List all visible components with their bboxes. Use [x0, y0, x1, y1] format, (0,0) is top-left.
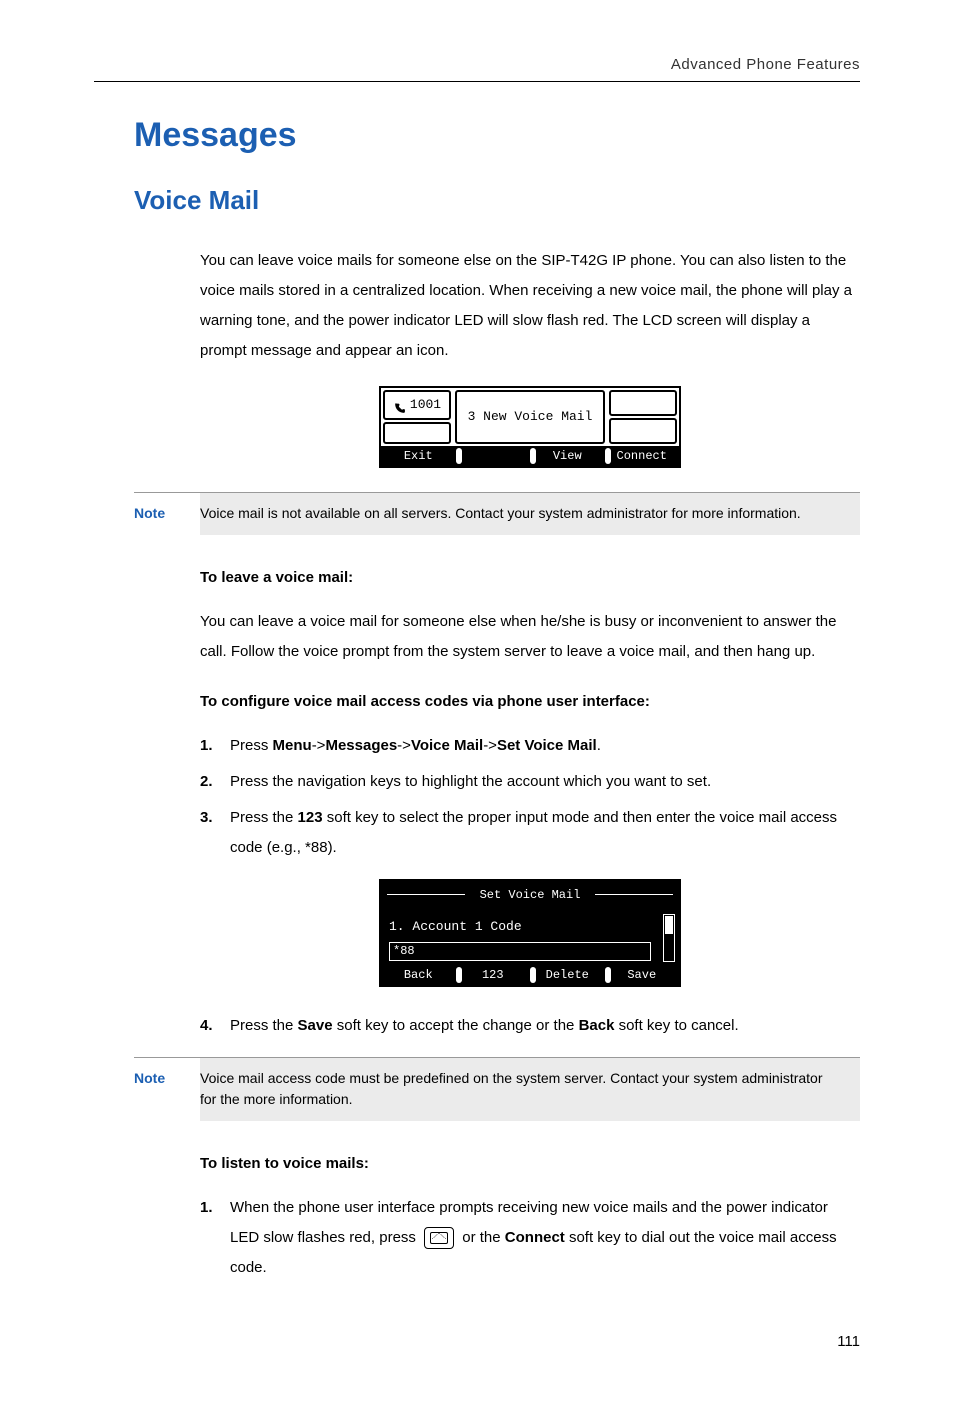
text: soft key to cancel. — [614, 1017, 738, 1034]
lcd2-row-label: 1. Account 1 Code — [389, 914, 671, 940]
step-number: 1. — [200, 731, 230, 761]
section-leave: To leave a voice mail: You can leave a v… — [200, 563, 860, 1041]
heading-voice-mail: Voice Mail — [134, 185, 860, 216]
phone-icon — [393, 399, 406, 412]
config-steps: 1. Press Menu->Messages->Voice Mail->Set… — [200, 731, 860, 863]
softkey-123[interactable]: 123 — [456, 965, 531, 985]
lcd2-softkeys: Back 123 Delete Save — [381, 965, 679, 985]
messages-label: Messages — [325, 737, 397, 754]
arrow: -> — [312, 737, 326, 754]
lcd2-input[interactable]: *88 — [389, 942, 651, 961]
section-listen: To listen to voice mails: 1. When the ph… — [200, 1149, 860, 1283]
intro-paragraph: You can leave voice mails for someone el… — [200, 246, 860, 366]
note-text: Voice mail is not available on all serve… — [200, 503, 842, 525]
listen-step-1: 1. When the phone user interface prompts… — [200, 1193, 860, 1283]
text: Press — [230, 737, 273, 754]
scrollbar[interactable] — [663, 914, 675, 962]
step-number: 2. — [200, 767, 230, 797]
text: Press the — [230, 809, 298, 826]
arrow: -> — [483, 737, 497, 754]
back-label: Back — [579, 1017, 615, 1034]
text: soft key to accept the change or the — [333, 1017, 579, 1034]
step-number: 4. — [200, 1011, 230, 1041]
note-2: Note Voice mail access code must be pred… — [134, 1057, 860, 1121]
text: or the — [458, 1229, 505, 1246]
step-3: 3. Press the 123 soft key to select the … — [200, 803, 860, 863]
set-voice-mail-label: Set Voice Mail — [497, 737, 597, 754]
step-number: 3. — [200, 803, 230, 863]
text: . — [597, 737, 601, 754]
step-1: 1. Press Menu->Messages->Voice Mail->Set… — [200, 731, 860, 761]
softkey-back[interactable]: Back — [381, 965, 456, 985]
lcd-notification: 1001 3 New Voice Mail Exit View Connect — [379, 386, 681, 468]
page: Advanced Phone Features Messages Voice M… — [0, 0, 954, 1410]
softkey-save[interactable]: Save — [605, 965, 680, 985]
running-header: Advanced Phone Features — [94, 56, 860, 82]
config-steps-cont: 4. Press the Save soft key to accept the… — [200, 1011, 860, 1041]
message-key-icon — [424, 1227, 454, 1249]
leave-paragraph: You can leave a voice mail for someone e… — [200, 607, 860, 667]
123-label: 123 — [298, 809, 323, 826]
softkey-exit[interactable]: Exit — [381, 446, 456, 466]
note-text: Voice mail access code must be predefine… — [200, 1068, 842, 1111]
step-2: 2. Press the navigation keys to highligh… — [200, 767, 860, 797]
note-label: Note — [134, 493, 200, 535]
lcd-softkeys: Exit View Connect — [381, 446, 679, 466]
leave-heading: To leave a voice mail: — [200, 563, 860, 593]
lcd-account: 1001 — [410, 392, 441, 418]
note-1: Note Voice mail is not available on all … — [134, 492, 860, 535]
listen-steps: 1. When the phone user interface prompts… — [200, 1193, 860, 1283]
softkey-view[interactable]: View — [530, 446, 605, 466]
lcd-message: 3 New Voice Mail — [455, 390, 605, 444]
softkey-delete[interactable]: Delete — [530, 965, 605, 985]
page-number: 111 — [94, 1333, 860, 1350]
voice-mail-label: Voice Mail — [411, 737, 483, 754]
lcd-notification-wrap: 1001 3 New Voice Mail Exit View Connect — [200, 386, 860, 468]
lcd-set-voice-mail: Set Voice Mail 1. Account 1 Code *88 Bac… — [379, 879, 681, 987]
connect-label: Connect — [505, 1229, 565, 1246]
text: Press the — [230, 1017, 298, 1034]
note-label: Note — [134, 1058, 200, 1121]
step-number: 1. — [200, 1193, 230, 1283]
lcd2-title: Set Voice Mail — [381, 881, 679, 908]
body: You can leave voice mails for someone el… — [200, 246, 860, 468]
listen-heading: To listen to voice mails: — [200, 1149, 860, 1179]
text: Press the navigation keys to highlight t… — [230, 767, 860, 797]
menu-label: Menu — [273, 737, 312, 754]
lcd-setvoicemail-wrap: Set Voice Mail 1. Account 1 Code *88 Bac… — [200, 879, 860, 987]
softkey-connect[interactable]: Connect — [605, 446, 680, 466]
softkey-blank[interactable] — [456, 446, 531, 466]
save-label: Save — [298, 1017, 333, 1034]
step-4: 4. Press the Save soft key to accept the… — [200, 1011, 860, 1041]
heading-messages: Messages — [134, 116, 860, 155]
arrow: -> — [397, 737, 411, 754]
config-heading: To configure voice mail access codes via… — [200, 687, 860, 717]
